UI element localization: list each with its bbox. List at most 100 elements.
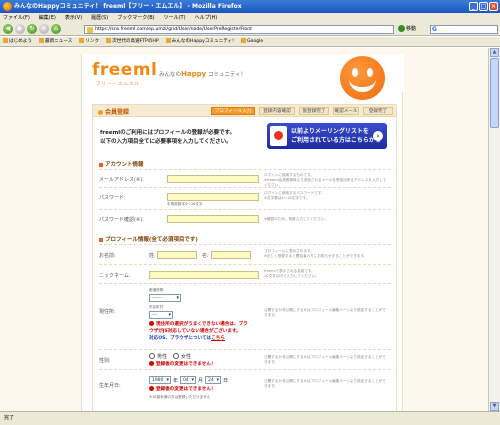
first-name-field[interactable] [211, 251, 251, 259]
step-confirm-mail: 確認メール [333, 107, 359, 115]
bookmark-item[interactable]: みんなのHappyコミュニティ! [165, 37, 234, 46]
folder-icon [79, 38, 85, 43]
forward-button[interactable]: ▶ [15, 24, 25, 34]
back-button[interactable]: ◀ [3, 24, 13, 34]
chevron-right-icon: › [373, 131, 383, 141]
go-button[interactable]: 移動 [398, 25, 416, 34]
menu-file[interactable]: ファイル(F) [3, 13, 30, 23]
gender-label: 性別: [99, 358, 111, 364]
bullet-icon [99, 237, 103, 242]
tagline-suffix: コミュニティ！ [206, 72, 247, 78]
home-button[interactable]: ⌂ [51, 24, 61, 34]
firefox-icon [3, 2, 12, 11]
google-icon: G [432, 26, 437, 33]
email-note: ログインに使用するものです。 ※freeml会員登録時より送信されるメールを受信… [264, 173, 387, 187]
password-confirm-field[interactable] [167, 215, 259, 223]
birthdate-warning: 登録後の変更はできません！ [149, 386, 216, 393]
menu-view[interactable]: 表示(V) [65, 13, 82, 23]
mail-flag-icon [270, 126, 287, 146]
bookmark-item[interactable]: リンク [79, 37, 99, 46]
bookmark-item[interactable]: Google [240, 37, 263, 46]
existing-ml-user-banner[interactable]: 以前よりメーリングリストを ご利用されている方はこちらから › [267, 123, 387, 149]
password-row: パスワード: 半角英数字4〜16文字 ログインに使用するパスワードです。 ※文字… [99, 187, 391, 209]
bookmark-icon [3, 38, 8, 43]
mascot-mouth [349, 79, 376, 92]
gender-male-label: 男性 [157, 354, 168, 360]
menu-history[interactable]: 履歴(S) [91, 13, 108, 23]
first-name-label: 名: [202, 253, 209, 259]
name-label: お名前: [99, 253, 116, 259]
password-field[interactable] [167, 193, 259, 201]
bookmark-icon [165, 38, 171, 43]
bookmark-item[interactable]: 次世代の高速FTPのHP [106, 37, 159, 46]
password-confirm-note: ※確認のため、再度入力してください。 [264, 217, 328, 221]
birth-month-unit: 月 [198, 378, 204, 384]
city-select[interactable]: --- [149, 311, 173, 319]
profile-section-title: プロフィール情報(全て必須項目です) [99, 235, 198, 243]
prefecture-label: 都道府県 [149, 288, 164, 292]
address-label: 現住所: [99, 309, 116, 315]
window-controls: _ □ × [469, 2, 498, 11]
prefecture-select[interactable]: ------ [149, 294, 181, 302]
scroll-down-icon[interactable]: ▼ [490, 402, 499, 411]
mascot-left-eye [352, 68, 358, 77]
address-bar[interactable]: https://sns.freeml.com/ep.umzi/grid/User… [84, 25, 394, 34]
bookmark-item[interactable]: はじめよう [3, 37, 32, 46]
menu-tools[interactable]: ツール(T) [164, 13, 186, 23]
registration-panel: 会員登録 プロフィール入力 登録内容確認 仮登録完了 確認メール 登録完了 fr… [92, 104, 397, 411]
account-section-title: アカウント情報 [99, 160, 144, 168]
gender-male-radio[interactable] [149, 353, 155, 359]
menu-bookmarks[interactable]: ブックマーク(B) [117, 13, 154, 23]
panel-title-text: 会員登録 [105, 109, 130, 116]
birthdate-label: 生年月日: [99, 383, 121, 389]
menu-help[interactable]: ヘルプ(H) [195, 13, 218, 23]
nickname-row: ニックネーム: freemlで表示される名前です。 10文字以内で入力してくださ… [99, 264, 391, 283]
bookmark-item[interactable]: 最新ニュース [38, 37, 72, 46]
status-bar: 完了 [0, 411, 500, 425]
bookmarks-toolbar: はじめよう 最新ニュース リンク 次世代の高速FTPのHP みんなのHappyコ… [0, 37, 500, 47]
birth-year-select[interactable]: 1980 [149, 376, 171, 384]
menu-edit[interactable]: 編集(E) [39, 13, 56, 23]
error-icon [149, 361, 154, 366]
navigation-toolbar: ◀ ▶ ↻ × ⌂ https://sns.freeml.com/ep.umzi… [0, 23, 500, 36]
profile-section-title-text: プロフィール情報(全て必須項目です) [105, 237, 198, 243]
password-label: パスワード: [99, 195, 126, 201]
reload-button[interactable]: ↻ [27, 24, 37, 34]
nickname-note: freemlで表示される名前です。 10文字以内で入力してください。 [264, 269, 319, 278]
nickname-field[interactable] [149, 271, 259, 279]
go-arrow-icon [398, 25, 405, 32]
birth-day-select[interactable]: 24 [205, 376, 221, 384]
step-complete: 登録完了 [363, 107, 393, 115]
birth-month-select[interactable]: 04 [180, 376, 196, 384]
last-name-field[interactable] [157, 251, 197, 259]
bookmark-icon [106, 38, 112, 43]
gender-female-radio[interactable] [173, 353, 179, 359]
site-tagline: みんなのHappy コミュニティ！ [159, 70, 246, 78]
search-input[interactable]: G [430, 25, 498, 34]
address-error-line3: 対応OS、ブラウザについては [149, 336, 212, 341]
password-hint: 半角英数字4〜16文字 [167, 202, 203, 206]
password-note: ログインに使用するパスワードです。 ※文字数は4〜16文字です。 [264, 191, 325, 200]
email-field[interactable] [167, 175, 259, 183]
logo-subtitle: フリー・エムエル [96, 82, 140, 87]
address-error-message: 現住所の選択がうまくできない場合は、ブラ ウザがJS対応していない場合がございま… [149, 321, 261, 342]
minimize-button[interactable]: _ [469, 2, 478, 11]
gender-warning: 登録後の変更はできません！ [149, 361, 216, 368]
bullet-icon [99, 162, 103, 167]
vertical-scrollbar[interactable]: ▲ ▼ [488, 48, 500, 411]
address-row: 現住所: 都道府県 ------ 市区町村 --- 現住所の選択がうまくできない… [99, 283, 391, 349]
supported-os-link[interactable]: こちら [211, 336, 225, 341]
tagline-happy: Happy [181, 70, 207, 78]
scroll-thumb[interactable] [490, 58, 499, 128]
maximize-button[interactable]: □ [479, 2, 488, 11]
close-button[interactable]: × [489, 2, 498, 11]
city-label: 市区町村 [149, 305, 164, 309]
stop-button[interactable]: × [39, 24, 49, 34]
step-profile-input: プロフィール入力 [211, 107, 255, 115]
freeml-logo[interactable]: freeml [92, 60, 157, 80]
scroll-up-icon[interactable]: ▲ [490, 48, 499, 57]
birthdate-row: 生年月日: 1980 年 04 月 24 日 登録後の変更はできません！ ※18… [99, 369, 391, 409]
email-row: メールアドレス(※): ログインに使用するものです。 ※freeml会員登録時よ… [99, 169, 391, 187]
step-confirm: 登録内容確認 [259, 107, 295, 115]
account-section-title-text: アカウント情報 [105, 162, 144, 168]
